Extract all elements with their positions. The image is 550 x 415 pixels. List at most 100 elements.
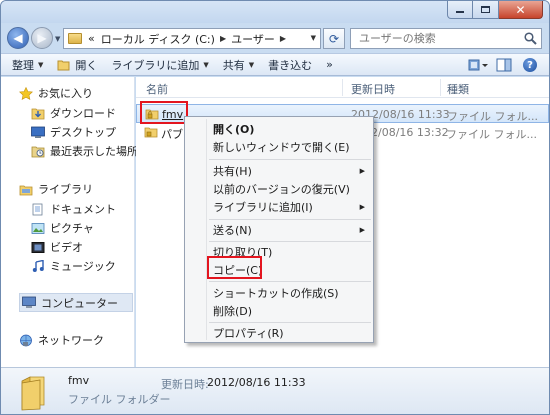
- minimize-icon: [456, 11, 464, 13]
- details-modified-value: 2012/08/16 11:33: [207, 376, 306, 389]
- nav-videos[interactable]: ビデオ: [31, 238, 83, 256]
- share-menu[interactable]: 共有 ▼: [216, 55, 261, 75]
- nav-favorites[interactable]: お気に入り: [19, 84, 93, 102]
- computer-icon: [22, 296, 36, 308]
- column-divider[interactable]: [440, 79, 441, 96]
- open-label: 開く: [75, 58, 98, 72]
- menu-item-open[interactable]: 開く(O): [213, 120, 254, 138]
- address-folder-icon: [68, 33, 82, 44]
- refresh-button[interactable]: ⟳: [323, 28, 345, 49]
- column-name[interactable]: 名前: [146, 81, 168, 97]
- address-chevron-icon[interactable]: ▶: [220, 34, 226, 43]
- nav-computer-label: コンピューター: [41, 296, 118, 310]
- videos-icon: [31, 241, 45, 253]
- menu-item-share-label: 共有(H): [213, 165, 252, 178]
- help-icon: ?: [523, 58, 537, 72]
- close-button[interactable]: ✕: [499, 1, 543, 19]
- submenu-arrow-icon: ▶: [359, 226, 365, 234]
- open-button[interactable]: 開く: [50, 55, 104, 75]
- open-folder-icon: [57, 60, 70, 70]
- nav-downloads[interactable]: ダウンロード: [31, 104, 116, 122]
- desktop-icon: [31, 126, 45, 138]
- file-type: ファイル フォル...: [447, 110, 538, 123]
- network-icon: [20, 334, 32, 346]
- menu-item-send-to-label: 送る(N): [213, 224, 252, 237]
- view-options-button[interactable]: [467, 56, 489, 74]
- share-label: 共有: [222, 58, 245, 72]
- nav-pictures-label: ピクチャ: [50, 222, 94, 235]
- address-chevron-icon[interactable]: ▶: [280, 34, 286, 43]
- more-commands-button[interactable]: »: [319, 55, 340, 75]
- command-bar: 整理 ▼ 開く ライブラリに追加 ▼ 共有 ▼ 書き込む » ?: [1, 53, 549, 76]
- address-bar[interactable]: « ローカル ディスク (C:) ▶ ユーザー ▶ ▼: [63, 28, 321, 49]
- burn-label: 書き込む: [268, 58, 313, 72]
- nav-desktop[interactable]: デスクトップ: [31, 123, 116, 141]
- menu-item-create-shortcut[interactable]: ショートカットの作成(S): [213, 284, 339, 302]
- help-button[interactable]: ?: [519, 56, 541, 74]
- details-modified-label: 更新日時:: [161, 378, 209, 391]
- navigation-pane: お気に入り ダウンロード デスクトップ 最近表示した場所 ライブラリ ドキュメン…: [1, 77, 138, 367]
- menu-item-open-new-window[interactable]: 新しいウィンドウで開く(E): [213, 138, 350, 156]
- column-header: 名前 更新日時 種類: [136, 77, 549, 98]
- nav-documents-label: ドキュメント: [50, 203, 116, 216]
- chevron-down-icon: ▼: [38, 60, 44, 69]
- forward-arrow-icon: ▶: [37, 31, 47, 45]
- music-icon: [32, 259, 44, 272]
- maximize-button[interactable]: [473, 1, 499, 19]
- organize-menu[interactable]: 整理 ▼: [5, 55, 50, 75]
- nav-computer[interactable]: コンピューター: [19, 293, 133, 312]
- nav-documents[interactable]: ドキュメント: [31, 200, 116, 218]
- burn-button[interactable]: 書き込む: [261, 55, 319, 75]
- recent-pages-dropdown-icon[interactable]: ▼: [55, 35, 60, 43]
- menu-item-delete[interactable]: 削除(D): [213, 302, 252, 320]
- recent-places-icon: [31, 146, 45, 157]
- address-segment-users[interactable]: ユーザー: [231, 31, 275, 47]
- nav-network[interactable]: ネットワーク: [19, 331, 104, 349]
- nav-pictures[interactable]: ピクチャ: [31, 219, 94, 237]
- lock-folder-icon: [144, 127, 158, 138]
- nav-libraries[interactable]: ライブラリ: [19, 180, 93, 198]
- menu-item-restore-previous[interactable]: 以前のバージョンの復元(V): [213, 180, 350, 198]
- nav-recent-places[interactable]: 最近表示した場所: [31, 142, 138, 160]
- nav-recent-places-label: 最近表示した場所: [50, 145, 138, 158]
- forward-button[interactable]: ▶: [31, 27, 53, 49]
- downloads-folder-icon: [31, 108, 45, 119]
- nav-desktop-label: デスクトップ: [50, 126, 116, 139]
- menu-item-send-to[interactable]: 送る(N) ▶: [213, 221, 373, 239]
- back-button[interactable]: ◀: [7, 27, 29, 49]
- search-icon[interactable]: [524, 32, 537, 45]
- address-row: ◀ ▶ ▼ « ローカル ディスク (C:) ▶ ユーザー ▶ ▼ ⟳: [1, 23, 549, 53]
- column-divider[interactable]: [342, 79, 343, 96]
- add-to-library-menu[interactable]: ライブラリに追加 ▼: [104, 55, 215, 75]
- address-overflow[interactable]: «: [88, 32, 95, 45]
- menu-item-properties[interactable]: プロパティ(R): [213, 324, 284, 342]
- search-box[interactable]: [350, 28, 542, 49]
- search-input[interactable]: [359, 29, 519, 47]
- folder-icon: [21, 376, 45, 411]
- toolbar-right-group: ?: [463, 56, 541, 74]
- pictures-icon: [31, 222, 45, 234]
- menu-item-add-to-library-label: ライブラリに追加(I): [213, 201, 313, 214]
- menu-separator: [209, 241, 371, 242]
- title-bar: ✕: [1, 1, 549, 23]
- chevron-down-icon: ▼: [248, 60, 255, 69]
- highlight-box-copy: [207, 256, 262, 279]
- minimize-button[interactable]: [447, 1, 473, 19]
- nav-music[interactable]: ミュージック: [31, 257, 116, 275]
- nav-network-label: ネットワーク: [38, 334, 104, 347]
- column-type[interactable]: 種類: [447, 81, 469, 97]
- menu-separator: [209, 281, 371, 282]
- menu-item-share[interactable]: 共有(H) ▶: [213, 162, 373, 180]
- column-modified[interactable]: 更新日時: [351, 81, 395, 97]
- address-segment-local-disk[interactable]: ローカル ディスク (C:): [101, 31, 215, 47]
- nav-libraries-label: ライブラリ: [38, 183, 93, 196]
- menu-separator: [209, 159, 371, 160]
- add-to-library-label: ライブラリに追加: [111, 58, 200, 72]
- menu-separator: [209, 219, 371, 220]
- submenu-arrow-icon: ▶: [359, 167, 365, 175]
- file-type: ファイル フォル...: [446, 128, 537, 141]
- preview-pane-button[interactable]: [493, 56, 515, 74]
- menu-item-add-to-library[interactable]: ライブラリに追加(I) ▶: [213, 198, 373, 216]
- address-history-dropdown-icon[interactable]: ▼: [311, 34, 316, 42]
- details-type: ファイル フォルダー: [68, 393, 171, 406]
